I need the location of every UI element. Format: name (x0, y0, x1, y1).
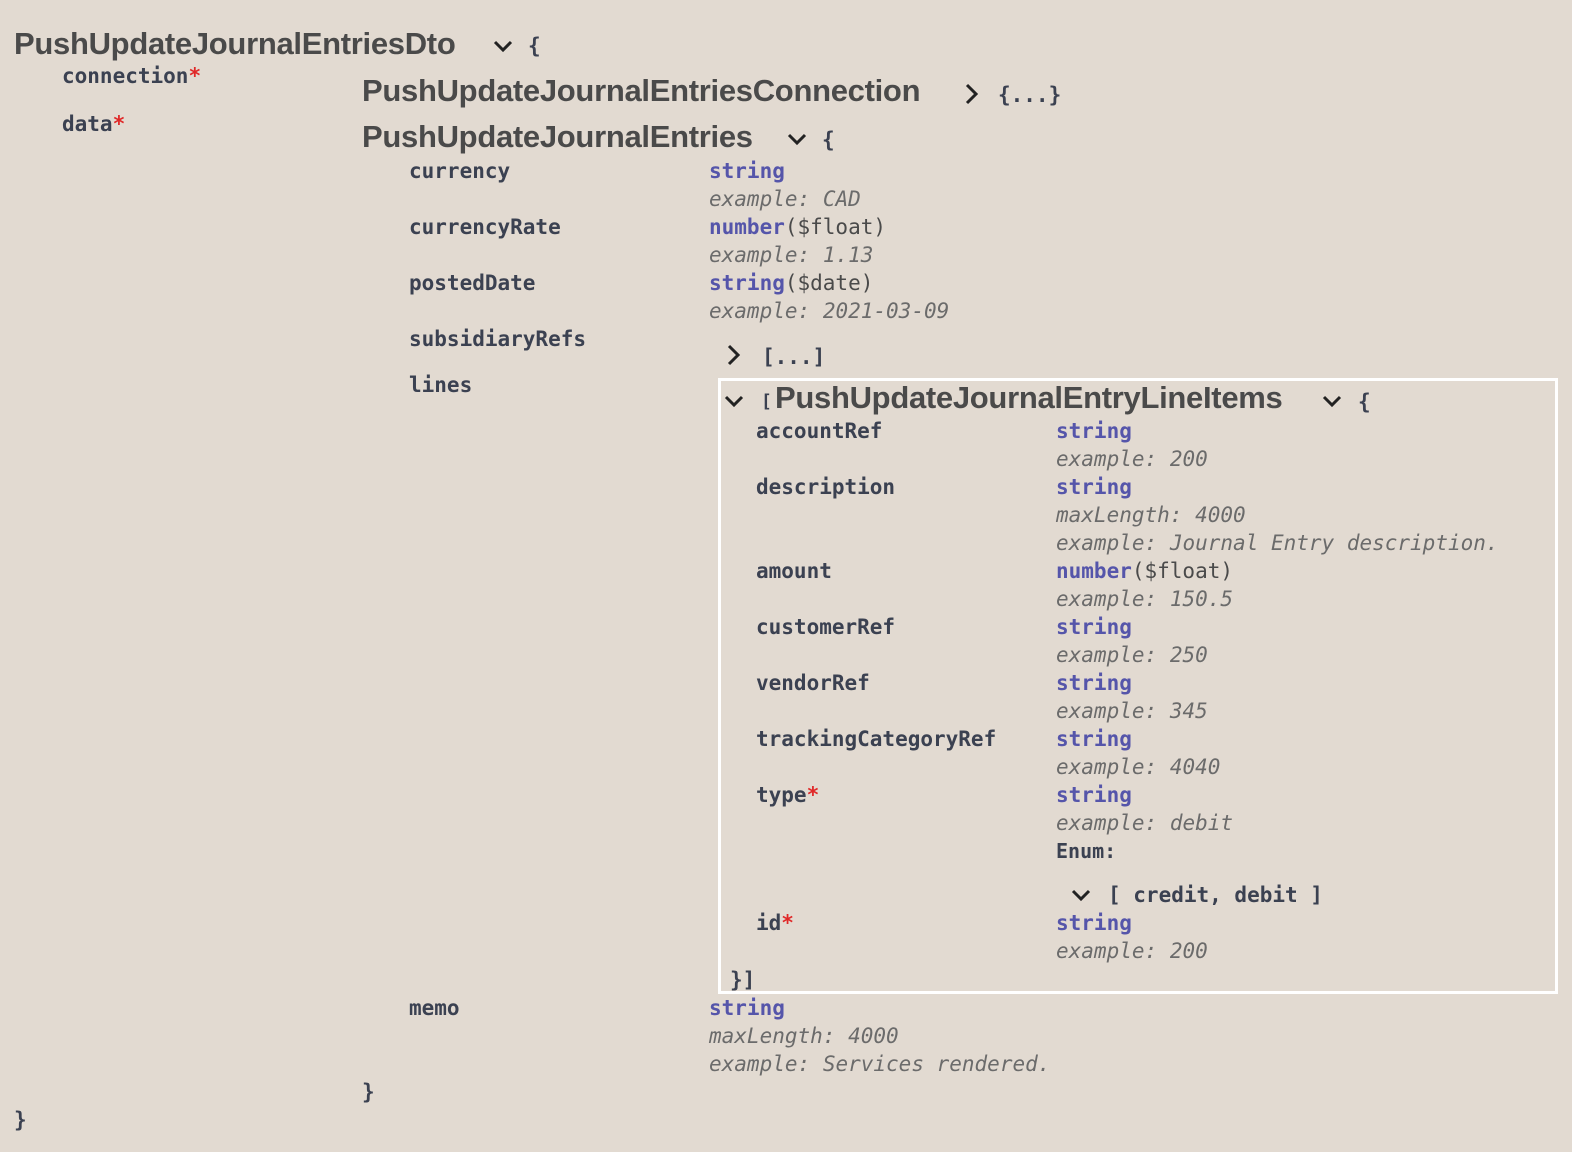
prop-data: data* (62, 112, 126, 136)
prop-currencyRate: currencyRate (409, 215, 561, 239)
prop-memo: memo (409, 996, 460, 1020)
prop-postedDate: postedDate (409, 271, 536, 295)
root-open-brace: { (528, 34, 541, 58)
example-description: example: Journal Entry description. (1056, 531, 1499, 555)
prop-id: id* (756, 911, 794, 935)
chevron-down-icon[interactable] (1321, 393, 1343, 409)
example-currency: example: CAD (709, 187, 861, 211)
prop-trackingCategoryRef: trackingCategoryRef (756, 727, 997, 751)
type-string: string (1056, 615, 1132, 639)
example-currencyRate: example: 1.13 (709, 243, 874, 267)
enum-label: Enum: (1056, 839, 1117, 863)
required-marker: * (188, 64, 202, 88)
data-open-brace: { (822, 128, 835, 152)
example-vendorRef: example: 345 (1056, 699, 1208, 723)
type-string: string (1056, 783, 1132, 807)
type-number-float: number($float) (1056, 559, 1234, 583)
chevron-down-icon[interactable] (723, 393, 745, 409)
example-amount: example: 150.5 (1056, 587, 1234, 611)
prop-vendorRef: vendorRef (756, 671, 870, 695)
lines-item-open-brace: { (1358, 390, 1371, 414)
prop-subsidiaryRefs: subsidiaryRefs (409, 327, 587, 351)
example-accountRef: example: 200 (1056, 447, 1208, 471)
chevron-down-icon[interactable] (492, 38, 514, 54)
lines-open-bracket: [ (761, 391, 772, 412)
required-marker: * (806, 783, 820, 807)
example-customerRef: example: 250 (1056, 643, 1208, 667)
maxlength-memo: maxLength: 4000 (709, 1024, 899, 1048)
subsidiaryRefs-collapsed[interactable]: [...] (762, 345, 825, 369)
type-string-date: string($date) (709, 271, 874, 295)
connection-model-title[interactable]: PushUpdateJournalEntriesConnection (362, 73, 921, 109)
root-model-title[interactable]: PushUpdateJournalEntriesDto (14, 26, 456, 62)
type-string: string (709, 996, 785, 1020)
prop-type: type* (756, 783, 820, 807)
chevron-down-icon[interactable] (1070, 887, 1092, 903)
prop-accountRef: accountRef (756, 419, 883, 443)
required-marker: * (781, 911, 794, 935)
prop-connection: connection* (62, 64, 202, 88)
connection-collapsed[interactable]: {...} (998, 83, 1061, 107)
chevron-right-icon[interactable] (962, 82, 982, 106)
example-type: example: debit (1056, 811, 1234, 835)
type-string: string (1056, 475, 1132, 499)
data-close-brace: } (362, 1080, 375, 1104)
example-memo: example: Services rendered. (709, 1052, 1051, 1076)
chevron-right-icon[interactable] (724, 343, 744, 367)
lines-item-model-title[interactable]: PushUpdateJournalEntryLineItems (775, 380, 1283, 416)
example-postedDate: example: 2021-03-09 (709, 299, 950, 323)
maxlength-description: maxLength: 4000 (1056, 503, 1246, 527)
data-model-title[interactable]: PushUpdateJournalEntries (362, 119, 753, 155)
prop-customerRef: customerRef (756, 615, 896, 639)
prop-currency: currency (409, 159, 511, 183)
type-string: string (709, 159, 785, 183)
example-trackingCategoryRef: example: 4040 (1056, 755, 1221, 779)
type-string: string (1056, 671, 1132, 695)
enum-values: [ credit, debit ] (1108, 883, 1323, 907)
prop-description: description (756, 475, 896, 499)
root-close-brace: } (14, 1108, 27, 1132)
chevron-down-icon[interactable] (786, 131, 808, 147)
required-marker: * (112, 112, 126, 136)
type-string: string (1056, 727, 1132, 751)
type-number-float: number($float) (709, 215, 887, 239)
prop-amount: amount (756, 559, 832, 583)
prop-lines: lines (409, 373, 473, 397)
lines-item-close: }] (730, 968, 756, 992)
example-id: example: 200 (1056, 939, 1208, 963)
type-string: string (1056, 419, 1132, 443)
type-string: string (1056, 911, 1132, 935)
